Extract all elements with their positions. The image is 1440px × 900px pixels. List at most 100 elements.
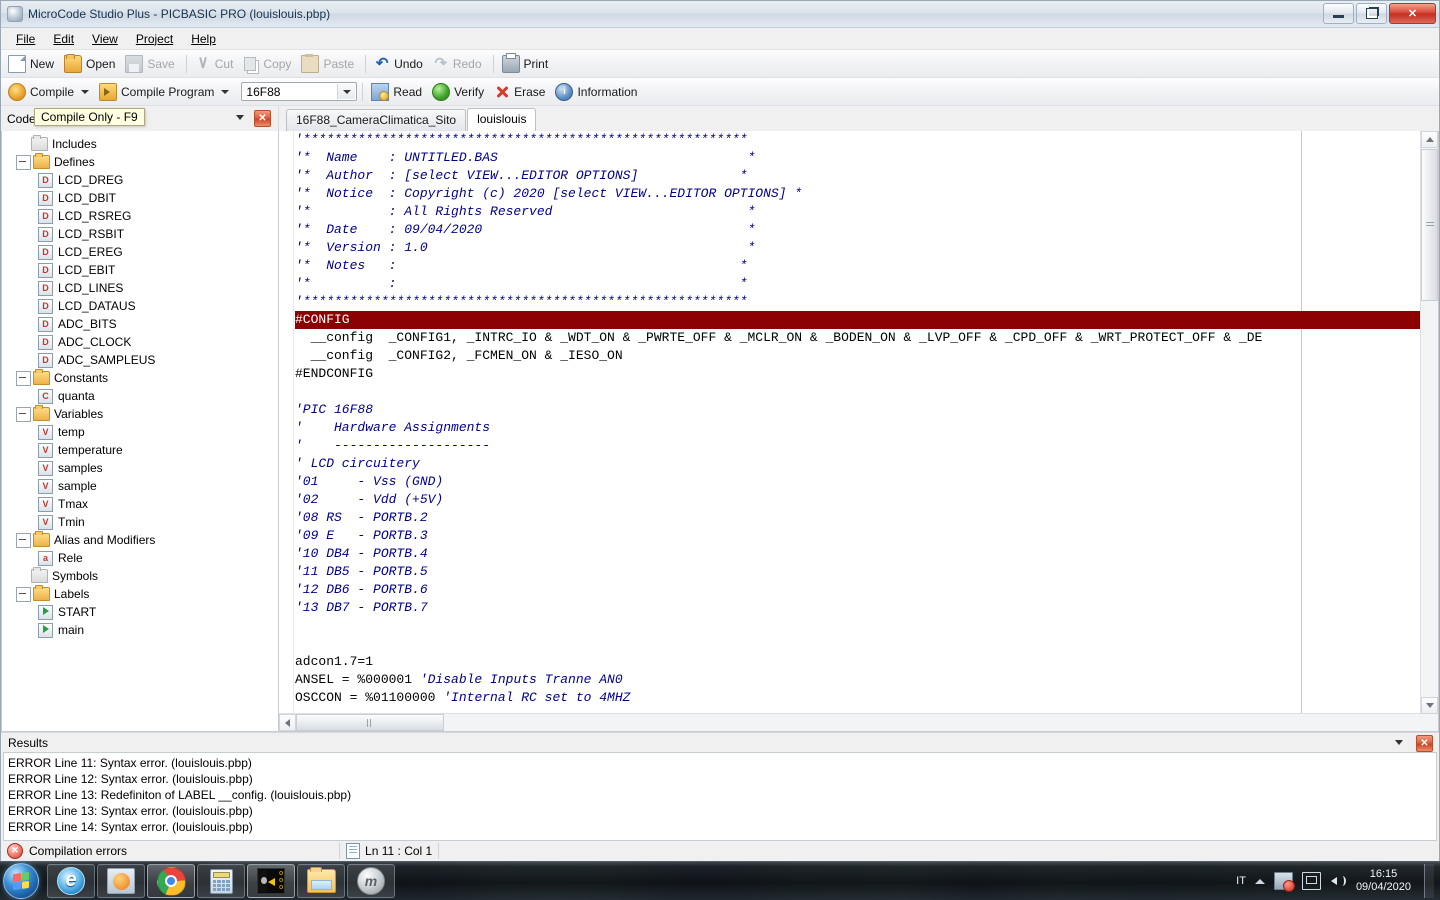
cut-button[interactable]: Cut xyxy=(192,54,240,74)
tree-item-variables[interactable]: Variables xyxy=(8,405,278,423)
volume-icon[interactable] xyxy=(1330,873,1347,889)
tree-item-quanta[interactable]: Cquanta xyxy=(8,387,278,405)
tree-item-lcd-dreg[interactable]: DLCD_DREG xyxy=(8,171,278,189)
scroll-left-button[interactable] xyxy=(279,714,296,731)
compile-dropdown-caret-icon[interactable] xyxy=(81,90,89,94)
menu-file[interactable]: File xyxy=(7,30,44,48)
editor-vertical-scrollbar[interactable] xyxy=(1420,131,1438,714)
tree-item-includes[interactable]: Includes xyxy=(8,135,278,153)
display-icon[interactable] xyxy=(1302,872,1321,890)
tree-item-adc-sampleus[interactable]: DADC_SAMPLEUS xyxy=(8,351,278,369)
menu-view[interactable]: View xyxy=(83,30,127,48)
code-line[interactable]: adcon1.7=1 xyxy=(295,653,1438,671)
code-line[interactable]: '* Notes : * xyxy=(295,257,1438,275)
tree-item-main[interactable]: main xyxy=(8,621,278,639)
tree-item-temperature[interactable]: Vtemperature xyxy=(8,441,278,459)
tree-item-defines[interactable]: Defines xyxy=(8,153,278,171)
information-button[interactable]: i Information xyxy=(552,81,643,103)
show-desktop-button[interactable] xyxy=(1424,864,1434,898)
code-line[interactable]: '* : All Rights Reserved * xyxy=(295,203,1438,221)
code-editor-pane[interactable]: '***************************************… xyxy=(279,131,1439,732)
code-line[interactable]: #CONFIG xyxy=(295,311,1438,329)
tree-item-constants[interactable]: Constants xyxy=(8,369,278,387)
code-line[interactable]: '* Version : 1.0 * xyxy=(295,239,1438,257)
tree-item-tmax[interactable]: VTmax xyxy=(8,495,278,513)
copy-button[interactable]: Copy xyxy=(240,54,297,74)
tree-item-labels[interactable]: Labels xyxy=(8,585,278,603)
code-line[interactable]: OSCCON = %01100000 'Internal RC set to 4… xyxy=(295,689,1438,707)
results-line[interactable]: ERROR Line 13: Redefiniton of LABEL __co… xyxy=(8,787,1432,803)
code-line[interactable]: '12 DB6 - PORTB.6 xyxy=(295,581,1438,599)
read-button[interactable]: Read xyxy=(368,81,428,103)
menu-edit[interactable]: Edit xyxy=(44,30,83,48)
code-line[interactable] xyxy=(295,635,1438,653)
tree-collapse-toggle-icon[interactable] xyxy=(16,533,31,548)
tree-item-lcd-lines[interactable]: DLCD_LINES xyxy=(8,279,278,297)
horizontal-scroll-thumb[interactable] xyxy=(296,714,444,731)
code-line[interactable]: 'PIC 16F88 xyxy=(295,401,1438,419)
undo-button[interactable]: ↶ Undo xyxy=(371,54,429,74)
source-code-text[interactable]: '***************************************… xyxy=(279,131,1438,707)
menu-project[interactable]: Project xyxy=(127,30,182,48)
code-line[interactable]: '* Name : UNTITLED.BAS * xyxy=(295,149,1438,167)
close-button[interactable]: ✕ xyxy=(1389,3,1436,24)
results-list[interactable]: ERROR Line 11: Syntax error. (louislouis… xyxy=(3,752,1437,841)
maximize-button[interactable] xyxy=(1356,3,1387,24)
clock[interactable]: 16:15 09/04/2020 xyxy=(1356,868,1411,894)
code-line[interactable]: '10 DB4 - PORTB.4 xyxy=(295,545,1438,563)
code-line[interactable]: __config _CONFIG1, _INTRC_IO & _WDT_ON &… xyxy=(295,329,1438,347)
code-line[interactable]: '* Notice : Copyright (c) 2020 [select V… xyxy=(295,185,1438,203)
editor-horizontal-scrollbar[interactable] xyxy=(279,713,1421,731)
code-line[interactable]: ANSEL = %000001 'Disable Inputs Tranne A… xyxy=(295,671,1438,689)
tree-item-lcd-ebit[interactable]: DLCD_EBIT xyxy=(8,261,278,279)
results-line[interactable]: ERROR Line 12: Syntax error. (louislouis… xyxy=(8,771,1432,787)
code-line[interactable]: #ENDCONFIG xyxy=(295,365,1438,383)
scroll-down-button[interactable] xyxy=(1421,697,1438,714)
code-line[interactable] xyxy=(295,617,1438,635)
taskbar-item-pic-programmer[interactable]: ooo xyxy=(247,864,295,898)
code-line[interactable]: '08 RS - PORTB.2 xyxy=(295,509,1438,527)
code-line[interactable]: '11 DB5 - PORTB.5 xyxy=(295,563,1438,581)
code-explorer-tree[interactable]: IncludesDefinesDLCD_DREGDLCD_DBITDLCD_RS… xyxy=(1,131,279,732)
tree-item-rele[interactable]: aRele xyxy=(8,549,278,567)
open-button[interactable]: Open xyxy=(61,53,121,75)
tree-item-symbols[interactable]: Symbols xyxy=(8,567,278,585)
compile-program-button[interactable]: Compile Program xyxy=(96,81,235,103)
code-line[interactable]: ' Hardware Assignments xyxy=(295,419,1438,437)
tree-collapse-toggle-icon[interactable] xyxy=(16,587,31,602)
tree-collapse-toggle-icon[interactable] xyxy=(16,371,31,386)
results-line[interactable]: ERROR Line 11: Syntax error. (louislouis… xyxy=(8,755,1432,771)
code-line[interactable]: __config _CONFIG2, _FCMEN_ON & _IESO_ON xyxy=(295,347,1438,365)
results-close-button[interactable]: ✕ xyxy=(1416,735,1433,752)
vertical-scroll-thumb[interactable] xyxy=(1421,149,1438,301)
network-status-icon[interactable] xyxy=(1274,872,1293,890)
compile-program-caret-icon[interactable] xyxy=(221,90,229,94)
taskbar-item-google-chrome[interactable] xyxy=(147,864,195,898)
code-editor-area[interactable]: '***************************************… xyxy=(279,131,1438,731)
device-select-caret-icon[interactable] xyxy=(337,84,355,99)
tree-collapse-toggle-icon[interactable] xyxy=(16,407,31,422)
tree-item-temp[interactable]: Vtemp xyxy=(8,423,278,441)
minimize-button[interactable] xyxy=(1323,3,1354,24)
results-dropdown-caret-icon[interactable] xyxy=(1395,740,1403,745)
menu-help[interactable]: Help xyxy=(182,30,225,48)
taskbar-item-windows-media-player[interactable] xyxy=(97,864,145,898)
code-close-button[interactable]: ✕ xyxy=(254,110,271,127)
code-line[interactable]: '* : * xyxy=(295,275,1438,293)
code-line[interactable]: '09 E - PORTB.3 xyxy=(295,527,1438,545)
tree-item-adc-bits[interactable]: DADC_BITS xyxy=(8,315,278,333)
save-button[interactable]: Save xyxy=(122,53,180,75)
paste-button[interactable]: Paste xyxy=(298,53,360,75)
results-line[interactable]: ERROR Line 14: Syntax error. (louislouis… xyxy=(8,819,1432,835)
tree-item-lcd-dbit[interactable]: DLCD_DBIT xyxy=(8,189,278,207)
tree-item-lcd-ereg[interactable]: DLCD_EREG xyxy=(8,243,278,261)
code-line[interactable]: ' -------------------- xyxy=(295,437,1438,455)
tab-16f88-cameraclimatica-sito[interactable]: 16F88_CameraClimatica_Sito xyxy=(286,109,466,131)
erase-button[interactable]: Erase xyxy=(491,82,551,102)
code-line[interactable]: '02 - Vdd (+5V) xyxy=(295,491,1438,509)
tree-item-alias-and-modifiers[interactable]: Alias and Modifiers xyxy=(8,531,278,549)
tree-item-lcd-rsreg[interactable]: DLCD_RSREG xyxy=(8,207,278,225)
taskbar-item-calculator[interactable] xyxy=(197,864,245,898)
code-dropdown-caret-icon[interactable] xyxy=(236,115,244,120)
code-line[interactable]: '13 DB7 - PORTB.7 xyxy=(295,599,1438,617)
